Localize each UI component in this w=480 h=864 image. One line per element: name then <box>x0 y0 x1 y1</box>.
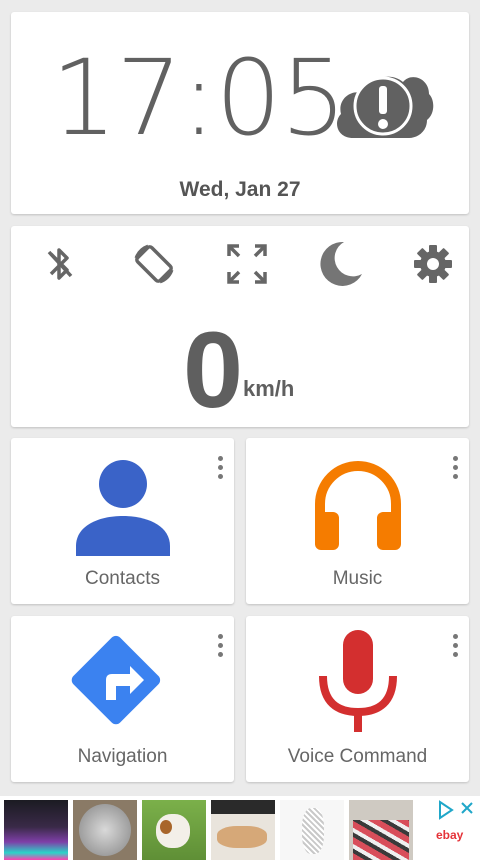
contacts-tile[interactable]: Contacts <box>11 438 234 604</box>
navigation-tile[interactable]: Navigation <box>11 616 234 782</box>
clock-time: 17:05 <box>51 37 347 159</box>
ad-thumbnail[interactable] <box>211 800 275 860</box>
headphones-icon <box>314 461 401 550</box>
music-label: Music <box>332 568 383 589</box>
speed-value: 0 <box>183 309 244 430</box>
voice-command-label: Voice Command <box>287 746 428 767</box>
navigation-label: Navigation <box>77 746 168 767</box>
contacts-icon <box>75 460 170 556</box>
cloud-alert-icon[interactable] <box>331 54 435 146</box>
ad-thumbnail[interactable] <box>4 800 68 860</box>
screen-rotation-icon[interactable] <box>128 238 180 290</box>
ad-thumbnail[interactable] <box>142 800 206 860</box>
contacts-menu-button[interactable] <box>214 456 226 484</box>
bluetooth-icon[interactable] <box>33 238 85 290</box>
speed-card: 0 km/h <box>11 226 469 427</box>
night-mode-icon[interactable] <box>314 238 366 290</box>
voice-command-menu-button[interactable] <box>449 634 461 662</box>
ad-thumbnail[interactable] <box>73 800 137 860</box>
ad-brand[interactable]: ebay <box>436 828 463 842</box>
ad-thumbnail[interactable] <box>280 800 344 860</box>
microphone-icon <box>318 630 397 732</box>
settings-icon[interactable] <box>407 238 459 290</box>
speed-unit: km/h <box>243 376 295 401</box>
clock-card[interactable]: 17:05 Wed, Jan 27 <box>11 12 469 214</box>
ad-thumbnail[interactable] <box>349 800 413 860</box>
contacts-label: Contacts <box>85 568 160 589</box>
date: Wed, Jan 27 <box>179 178 301 201</box>
voice-command-tile[interactable]: Voice Command <box>246 616 469 782</box>
ad-banner[interactable]: ebay <box>0 796 480 864</box>
fullscreen-icon[interactable] <box>221 238 273 290</box>
navigation-icon <box>71 635 160 725</box>
navigation-menu-button[interactable] <box>214 634 226 662</box>
music-menu-button[interactable] <box>449 456 461 484</box>
music-tile[interactable]: Music <box>246 438 469 604</box>
